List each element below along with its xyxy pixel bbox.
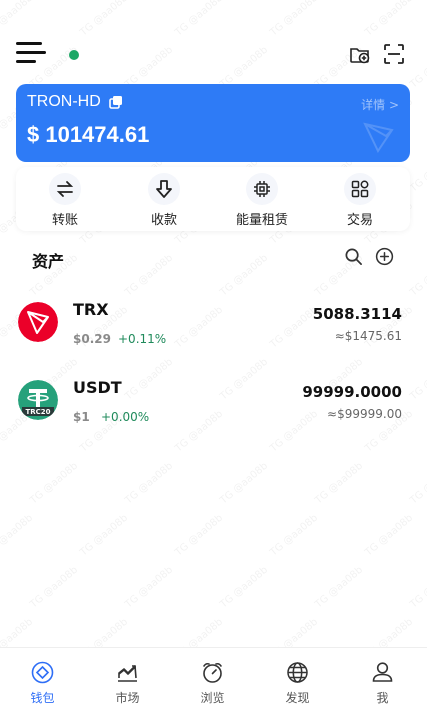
nav-item-wallet[interactable]: 钱包 — [0, 648, 85, 711]
watermark-text: TG @aa08b — [123, 460, 176, 507]
svg-text:TRC20: TRC20 — [25, 408, 50, 416]
watermark-text: TG @aa08b — [0, 616, 36, 650]
nav-label: 浏览 — [200, 691, 225, 705]
watermark-text: TG @aa08b — [268, 512, 321, 559]
scan-icon[interactable] — [382, 42, 406, 66]
receive-label: 收款 — [150, 213, 177, 228]
nav-item-discover[interactable]: 发现 — [255, 648, 340, 711]
chip-icon — [254, 181, 270, 197]
add-wallet-icon[interactable] — [348, 42, 372, 66]
watermark-text: TG @aa08b — [0, 0, 36, 38]
search-icon[interactable] — [344, 247, 363, 266]
watermark-text: TG @aa08b — [28, 564, 81, 611]
token-value: ≈$1475.61 — [334, 329, 402, 343]
asset-row-usdt[interactable]: TRC20 USDT $1 +0.00% 99999.0000 ≈$99999.… — [0, 368, 427, 440]
watermark-text: TG @aa08b — [173, 512, 226, 559]
assets-title: 资产 — [32, 252, 65, 271]
nav-label: 发现 — [285, 691, 310, 705]
energy-rental-label: 能量租赁 — [235, 213, 288, 228]
token-amount: 99999.0000 — [302, 383, 402, 401]
token-symbol: TRX — [73, 300, 109, 319]
trx-logo — [18, 302, 58, 342]
bottom-nav: 钱包 市场 浏览 发现 我 — [0, 647, 427, 711]
watermark-text: TG @aa08b — [78, 0, 131, 39]
nav-label: 我 — [376, 691, 389, 705]
watermark-text: TG @aa08b — [173, 616, 226, 650]
browse-icon — [203, 662, 222, 683]
wallet-home-screen: TG @aa08b TG @aa08b TG @aa08b TG @aa08b TG @… — [0, 0, 427, 711]
nav-label: 市场 — [115, 691, 140, 705]
watermark-text: TG @aa08b — [78, 512, 131, 559]
transfer-label: 转账 — [51, 213, 78, 228]
watermark-text: TG @aa08b — [408, 148, 427, 195]
trade-button[interactable]: 交易 — [320, 167, 400, 231]
connection-status-dot — [69, 50, 79, 60]
watermark-text: TG @aa08b — [408, 564, 427, 611]
watermark-text: TG @aa08b — [268, 0, 321, 39]
watermark-text: TG @aa08b — [313, 460, 366, 507]
watermark-text: TG @aa08b — [313, 564, 366, 611]
transfer-button[interactable]: 转账 — [25, 167, 105, 231]
top-bar — [0, 36, 427, 72]
receive-button[interactable]: 收款 — [124, 167, 204, 231]
grid-icon — [351, 180, 369, 198]
watermark-text: TG @aa08b — [408, 460, 427, 507]
token-symbol: USDT — [73, 378, 122, 397]
profile-icon — [372, 662, 393, 682]
market-icon — [118, 665, 137, 682]
receive-icon — [156, 180, 172, 198]
token-change: +0.11% — [118, 332, 167, 346]
menu-icon[interactable] — [16, 40, 46, 64]
wallet-name: TRON-HD — [27, 93, 101, 110]
nav-item-market[interactable]: 市场 — [85, 648, 170, 711]
nav-item-browse[interactable]: 浏览 — [170, 648, 255, 711]
wallet-balance: $ 101474.61 — [27, 122, 150, 147]
asset-row-trx[interactable]: TRX $0.29 +0.11% 5088.3114 ≈$1475.61 — [0, 290, 427, 362]
wallet-icon — [31, 661, 54, 684]
energy-rental-button[interactable]: 能量租赁 — [222, 167, 302, 231]
watermark-text: TG @aa08b — [218, 460, 271, 507]
usdt-trc20-logo: TRC20 — [18, 380, 58, 420]
trade-label: 交易 — [346, 213, 373, 228]
watermark-text: TG @aa08b — [78, 616, 131, 650]
transfer-icon — [56, 181, 74, 197]
token-price: $0.29 — [73, 332, 111, 346]
watermark-text: TG @aa08b — [0, 512, 36, 559]
watermark-text: TG @aa08b — [123, 564, 176, 611]
nav-item-me[interactable]: 我 — [340, 648, 425, 711]
copy-icon[interactable] — [109, 95, 123, 109]
watermark-text: TG @aa08b — [218, 564, 271, 611]
quick-actions: 转账 收款 能量租赁 交易 — [16, 167, 410, 231]
token-amount: 5088.3114 — [312, 305, 402, 323]
watermark-text: TG @aa08b — [173, 0, 226, 39]
tron-logo-icon — [363, 122, 394, 154]
token-price: $1 — [73, 410, 90, 424]
token-change: +0.00% — [101, 410, 150, 424]
watermark-text: TG @aa08b — [363, 616, 416, 650]
globe-icon — [287, 662, 308, 683]
token-value: ≈$99999.00 — [327, 407, 402, 421]
watermark-text: TG @aa08b — [363, 512, 416, 559]
wallet-card[interactable]: TRON-HD 详情 > $ 101474.61 — [16, 84, 410, 162]
add-token-icon[interactable] — [375, 247, 394, 266]
watermark-text: TG @aa08b — [28, 460, 81, 507]
watermark-text: TG @aa08b — [268, 616, 321, 650]
watermark-text: TG @aa08b — [363, 0, 416, 39]
nav-label: 钱包 — [30, 691, 55, 705]
wallet-detail-link[interactable]: 详情 > — [361, 96, 399, 113]
